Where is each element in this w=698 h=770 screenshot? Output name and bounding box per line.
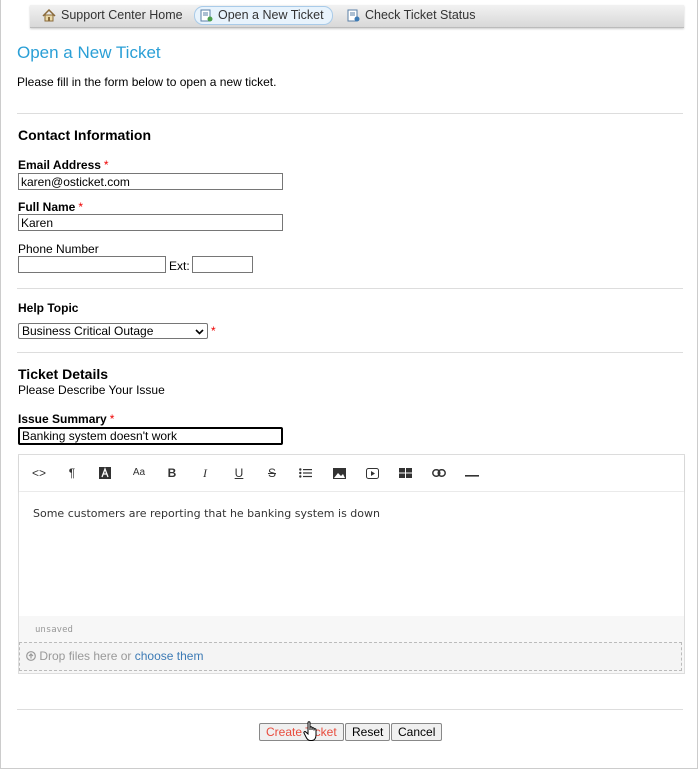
new-ticket-icon [199, 9, 213, 22]
contact-section-title: Contact Information [18, 127, 151, 143]
required-mark: * [78, 200, 84, 214]
nav-ticket-status[interactable]: Check Ticket Status [342, 7, 483, 24]
editor-text: Some customers are reporting that he ban… [33, 507, 380, 520]
html-code-icon[interactable]: <> [30, 465, 48, 481]
required-mark: * [103, 158, 109, 172]
list-icon[interactable] [296, 465, 314, 481]
nav-home-label: Support Center Home [61, 8, 183, 22]
nav-bar: Support Center Home Open a New Ticket Ch… [30, 5, 684, 28]
help-topic-value: Business Critical Outage [22, 324, 154, 338]
ticket-status-icon [346, 9, 360, 22]
reset-button[interactable]: Reset [345, 723, 391, 741]
strikethrough-icon[interactable]: S [263, 465, 281, 481]
italic-icon[interactable]: I [196, 465, 214, 481]
ticket-details-subtitle: Please Describe Your Issue [18, 383, 165, 397]
help-topic-label: Help Topic [18, 301, 79, 315]
video-icon[interactable] [363, 465, 381, 481]
editor-toolbar: <> ¶ Aa B I U S [19, 455, 684, 491]
chevron-down-icon [195, 324, 204, 338]
editor-body[interactable]: Some customers are reporting that he ban… [19, 492, 684, 616]
font-size-icon[interactable]: Aa [130, 465, 148, 481]
required-mark: * [211, 324, 216, 338]
divider [17, 709, 683, 710]
phone-field[interactable] [18, 256, 166, 273]
create-ticket-button[interactable]: Create Ticket [259, 723, 344, 741]
divider [17, 113, 683, 114]
ext-field[interactable] [192, 256, 253, 273]
table-icon[interactable] [396, 465, 414, 481]
issue-summary-field[interactable]: Banking system doesn't work [18, 427, 283, 445]
drop-text: Drop files here or [39, 649, 132, 663]
upload-icon [26, 649, 36, 663]
home-icon [42, 8, 56, 22]
required-mark: * [109, 412, 115, 426]
file-dropzone[interactable]: Drop files here or choose them [19, 642, 682, 671]
divider [17, 288, 683, 289]
message-editor: <> ¶ Aa B I U S Some customers are repor… [18, 454, 685, 674]
bold-icon[interactable]: B [163, 465, 181, 481]
nav-new-ticket-label: Open a New Ticket [218, 8, 324, 22]
nav-ticket-status-label: Check Ticket Status [365, 8, 476, 22]
full-name-field[interactable]: Karen [18, 214, 283, 231]
issue-summary-label: Issue Summary * [18, 412, 114, 426]
link-icon[interactable] [430, 465, 448, 481]
page-intro: Please fill in the form below to open a … [17, 75, 277, 89]
hand-cursor-icon [303, 721, 319, 748]
choose-files-link[interactable]: choose them [135, 649, 204, 663]
name-label-text: Full Name [18, 200, 76, 214]
ext-label: Ext: [169, 259, 190, 273]
ticket-details-title: Ticket Details [18, 366, 109, 382]
cancel-button[interactable]: Cancel [391, 723, 443, 741]
save-status: unsaved [35, 625, 73, 635]
nav-home[interactable]: Support Center Home [38, 7, 191, 24]
divider [17, 352, 683, 353]
text-color-icon[interactable] [96, 465, 114, 481]
underline-icon[interactable]: U [230, 465, 248, 481]
help-topic-select[interactable]: Business Critical Outage [18, 323, 208, 339]
phone-label: Phone Number [18, 242, 99, 256]
nav-new-ticket[interactable]: Open a New Ticket [194, 6, 333, 25]
email-field[interactable]: karen@osticket.com [18, 173, 283, 190]
issue-summary-label-text: Issue Summary [18, 412, 107, 426]
name-label: Full Name * [18, 200, 83, 214]
email-label: Email Address * [18, 158, 109, 172]
email-label-text: Email Address [18, 158, 101, 172]
paragraph-icon[interactable]: ¶ [63, 465, 81, 481]
page-title: Open a New Ticket [17, 43, 161, 62]
image-icon[interactable] [330, 465, 348, 481]
horizontal-rule-icon[interactable] [463, 465, 481, 481]
